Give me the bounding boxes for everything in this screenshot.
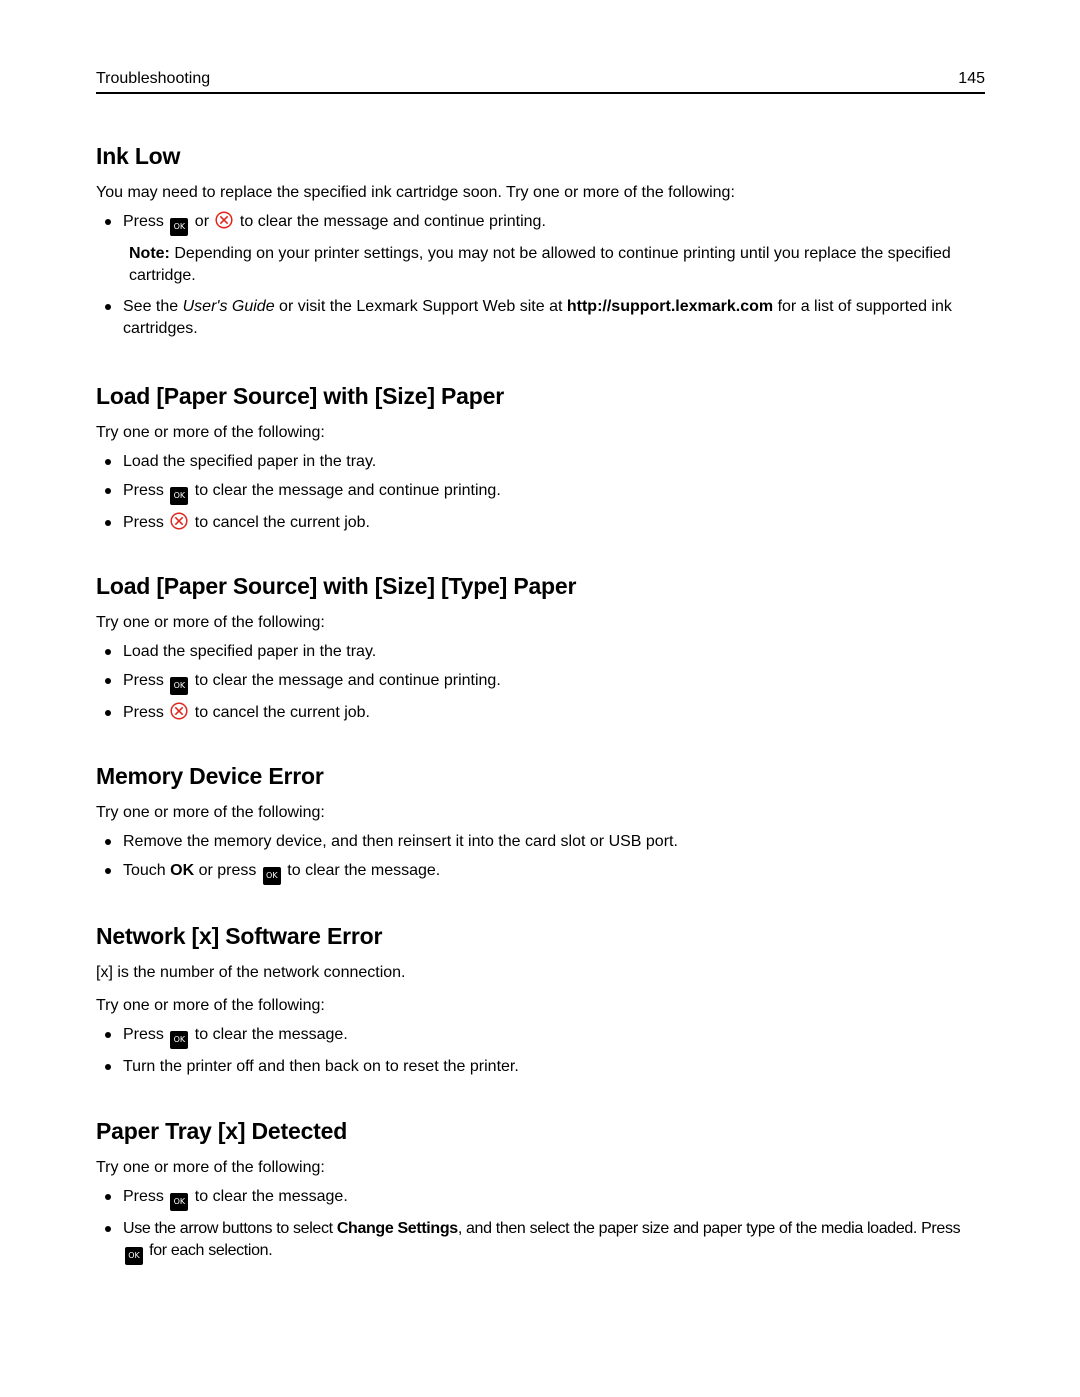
- text: or visit the Lexmark Support Web site at: [274, 298, 567, 315]
- section-description: [x] is the number of the network connect…: [96, 964, 406, 981]
- ok-button-icon: OK: [170, 218, 189, 236]
- cancel-x-circle-icon: [170, 512, 188, 530]
- ok-button-icon: OK: [170, 487, 189, 505]
- text: or press: [194, 862, 261, 879]
- text: to clear the message and continue printi…: [235, 213, 546, 230]
- section-heading: Load [Paper Source] with [Size] [Type] P…: [96, 573, 577, 599]
- list-item: Press OK to clear the message.: [96, 1186, 985, 1211]
- text: or: [190, 213, 214, 230]
- section-load-paper-size-type: Load [Paper Source] with [Size] [Type] P…: [96, 572, 985, 731]
- text: to clear the message.: [282, 862, 441, 879]
- list-item: Press OK or to clear the message and con…: [96, 211, 985, 236]
- list-item: Press to cancel the current job.: [96, 702, 985, 724]
- note: Note: Depending on your printer settings…: [129, 243, 985, 287]
- section-heading: Load [Paper Source] with [Size] Paper: [96, 383, 504, 409]
- section-heading: Ink Low: [96, 143, 181, 169]
- text: Press: [123, 672, 169, 689]
- ok-button-icon: OK: [170, 1193, 189, 1211]
- text: for each selection.: [145, 1242, 273, 1259]
- cancel-x-circle-icon: [170, 702, 188, 720]
- ok-button-icon: OK: [125, 1247, 143, 1265]
- ok-button-icon: OK: [262, 867, 281, 885]
- section-intro: Try one or more of the following:: [96, 1159, 325, 1176]
- section-network-software-error: Network [x] Software Error [x] is the nu…: [96, 922, 985, 1085]
- bullet-list: Press OK or to clear the message and con…: [96, 211, 985, 236]
- note-label: Note:: [129, 245, 170, 262]
- page-header: Troubleshooting 145: [96, 68, 985, 94]
- text: to cancel the current job.: [190, 514, 370, 531]
- list-item: See the User's Guide or visit the Lexmar…: [96, 296, 985, 340]
- bullet-list: Load the specified paper in the tray. Pr…: [96, 451, 985, 534]
- note-text: Depending on your printer settings, you …: [129, 245, 951, 284]
- text: , and then select the paper size and pap…: [457, 1220, 961, 1237]
- section-ink-low: Ink Low You may need to replace the spec…: [96, 142, 985, 347]
- bullet-list: Load the specified paper in the tray. Pr…: [96, 641, 985, 724]
- text: Touch: [123, 862, 171, 879]
- text: Press: [123, 213, 169, 230]
- ok-label: OK: [170, 862, 195, 879]
- section-heading: Network [x] Software Error: [96, 923, 383, 949]
- list-item: Press OK to clear the message and contin…: [96, 480, 985, 505]
- list-item: Turn the printer off and then back on to…: [96, 1056, 985, 1078]
- text: Press: [123, 1188, 169, 1205]
- ok-button-icon: OK: [170, 677, 189, 695]
- bullet-list: See the User's Guide or visit the Lexmar…: [96, 296, 985, 340]
- ok-button-icon: OK: [170, 1031, 189, 1049]
- page-number: 145: [958, 70, 985, 87]
- list-item: Press OK to clear the message and contin…: [96, 670, 985, 695]
- text: to clear the message.: [190, 1188, 348, 1205]
- text: Press: [123, 514, 169, 531]
- section-intro: Try one or more of the following:: [96, 614, 325, 631]
- list-item: Press to cancel the current job.: [96, 512, 985, 534]
- list-item: Press OK to clear the message.: [96, 1024, 985, 1049]
- section-intro: Try one or more of the following:: [96, 804, 325, 821]
- section-intro: Try one or more of the following:: [96, 997, 325, 1014]
- bullet-list: Press OK to clear the message. Use the a…: [96, 1186, 985, 1265]
- list-item: Use the arrow buttons to select Change S…: [96, 1218, 985, 1265]
- bullet-list: Press OK to clear the message. Turn the …: [96, 1024, 985, 1078]
- cancel-x-circle-icon: [215, 211, 234, 229]
- header-section-title: Troubleshooting: [96, 70, 211, 87]
- section-intro: Try one or more of the following:: [96, 424, 325, 441]
- text: Press: [123, 1026, 169, 1043]
- change-settings-label: Change Settings: [336, 1220, 458, 1237]
- list-item: Touch OK or press OK to clear the messag…: [96, 860, 985, 885]
- text: to clear the message.: [190, 1026, 348, 1043]
- text: Use the arrow buttons to select: [123, 1220, 337, 1237]
- section-heading: Paper Tray [x] Detected: [96, 1118, 348, 1144]
- text: Press: [123, 482, 169, 499]
- bullet-list: Remove the memory device, and then reins…: [96, 831, 985, 885]
- text: to clear the message and continue printi…: [190, 672, 501, 689]
- text: to cancel the current job.: [190, 704, 370, 721]
- users-guide-reference: User's Guide: [182, 298, 275, 315]
- section-load-paper-size: Load [Paper Source] with [Size] Paper Tr…: [96, 382, 985, 541]
- section-memory-device-error: Memory Device Error Try one or more of t…: [96, 762, 985, 892]
- section-heading: Memory Device Error: [96, 763, 324, 789]
- list-item: Load the specified paper in the tray.: [96, 641, 985, 663]
- text: to clear the message and continue printi…: [190, 482, 501, 499]
- support-url[interactable]: http://support.lexmark.com: [567, 298, 773, 315]
- list-item: Load the specified paper in the tray.: [96, 451, 985, 473]
- section-paper-tray-detected: Paper Tray [x] Detected Try one or more …: [96, 1117, 985, 1272]
- list-item: Remove the memory device, and then reins…: [96, 831, 985, 853]
- text: Press: [123, 704, 169, 721]
- text: See the: [123, 298, 183, 315]
- section-intro: You may need to replace the specified in…: [96, 184, 735, 201]
